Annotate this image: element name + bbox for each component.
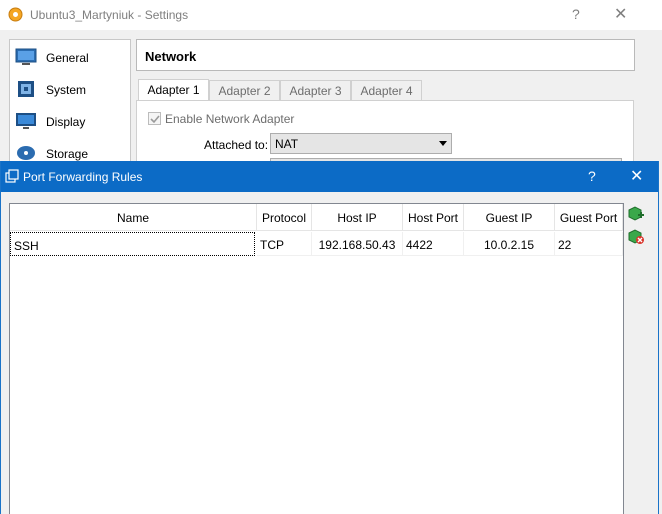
system-icon: [18, 81, 34, 97]
enable-adapter-label: Enable Network Adapter: [165, 112, 295, 126]
sidebar-item-display[interactable]: Display: [10, 106, 130, 136]
display-icon: [16, 113, 36, 129]
attached-to-select[interactable]: NAT: [270, 133, 452, 154]
checkmark-icon: [150, 115, 160, 124]
chevron-down-icon: [439, 141, 447, 146]
enable-adapter-checkbox[interactable]: [148, 112, 161, 125]
port-forwarding-dialog: Port Forwarding Rules ? ✕ Name Protocol …: [0, 161, 659, 514]
dialog-close-button[interactable]: ✕: [630, 166, 643, 186]
settings-help-button[interactable]: ?: [572, 6, 580, 22]
column-header-name[interactable]: Name: [10, 204, 257, 231]
cell-host-ip[interactable]: 192.168.50.43: [312, 232, 403, 256]
sidebar-item-label: General: [46, 51, 89, 65]
tab-adapter-3[interactable]: Adapter 3: [280, 80, 351, 101]
column-header-protocol[interactable]: Protocol: [257, 204, 312, 231]
settings-sidebar: General System Display Storage: [9, 39, 131, 169]
port-forwarding-title: Port Forwarding Rules: [23, 170, 143, 184]
storage-icon: [17, 146, 35, 160]
cell-guest-port[interactable]: 22: [555, 232, 623, 256]
section-header: Network: [136, 39, 635, 71]
section-title: Network: [145, 49, 197, 64]
column-header-host-port[interactable]: Host Port: [403, 204, 464, 231]
attached-to-label: Attached to:: [204, 138, 269, 152]
tab-adapter-2[interactable]: Adapter 2: [209, 80, 280, 101]
tab-adapter-1[interactable]: Adapter 1: [138, 79, 209, 101]
cell-guest-ip[interactable]: 10.0.2.15: [464, 232, 555, 256]
column-header-guest-ip[interactable]: Guest IP: [464, 204, 555, 231]
rules-table: Name Protocol Host IP Host Port Guest IP…: [9, 203, 624, 514]
sidebar-item-label: Storage: [46, 147, 89, 161]
port-forwarding-titlebar: Port Forwarding Rules ? ✕: [1, 161, 658, 192]
tab-adapter-4[interactable]: Adapter 4: [351, 80, 422, 101]
settings-close-button[interactable]: ✕: [614, 4, 627, 24]
virtualbox-app-icon: [8, 7, 23, 22]
settings-window-title: Ubuntu3_Martyniuk - Settings: [30, 8, 189, 22]
cell-host-port[interactable]: 4422: [403, 232, 464, 256]
dialog-help-button[interactable]: ?: [588, 168, 596, 184]
column-header-host-ip[interactable]: Host IP: [312, 204, 403, 231]
settings-titlebar: Ubuntu3_Martyniuk - Settings ? ✕: [0, 0, 662, 30]
port-forwarding-icon: [5, 169, 19, 183]
sidebar-item-label: Display: [46, 115, 86, 129]
column-header-guest-port[interactable]: Guest Port: [555, 204, 623, 231]
cell-name[interactable]: SSH: [10, 232, 255, 256]
add-rule-icon[interactable]: [627, 205, 645, 223]
general-icon: [15, 48, 37, 65]
sidebar-item-system[interactable]: System: [10, 74, 130, 104]
sidebar-item-general[interactable]: General: [10, 42, 130, 72]
sidebar-item-label: System: [46, 83, 87, 97]
cell-protocol[interactable]: TCP: [257, 232, 312, 256]
attached-to-value: NAT: [275, 137, 299, 151]
remove-rule-icon[interactable]: [627, 228, 645, 246]
